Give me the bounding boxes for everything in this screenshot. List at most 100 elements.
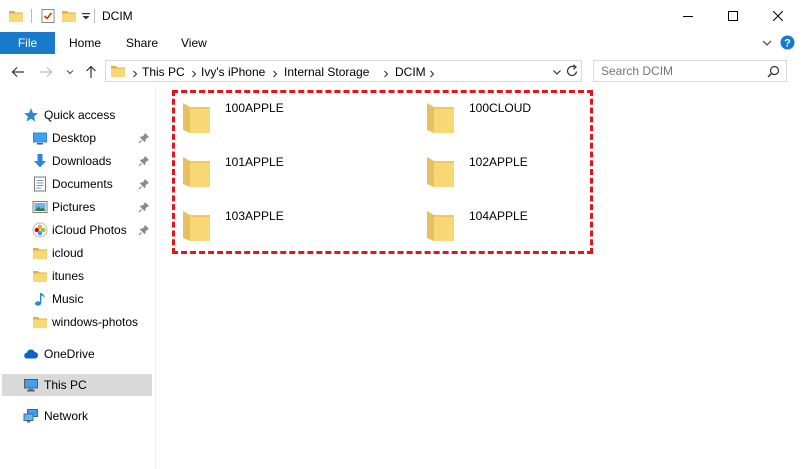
folder-label: 100APPLE: [225, 101, 284, 115]
folder-icon: [178, 154, 214, 190]
download-icon: [32, 153, 48, 169]
pictures-icon: [32, 199, 48, 215]
folder-101apple[interactable]: 101APPLE: [178, 154, 408, 198]
sidebar-item-music[interactable]: Music: [2, 288, 152, 310]
search-input[interactable]: [594, 61, 759, 81]
breadcrumb-this-pc[interactable]: This PC: [142, 65, 185, 79]
pin-icon[interactable]: [138, 224, 150, 236]
breadcrumb-iphone[interactable]: Ivy's iPhone: [201, 65, 265, 79]
icloud-photos-icon: [32, 222, 48, 238]
folder-icon: [422, 208, 458, 244]
title-bar: DCIM: [0, 0, 802, 32]
navigation-pane: Quick access Desktop Downloads Documents…: [0, 96, 156, 469]
search-box[interactable]: [593, 60, 787, 82]
minimize-button[interactable]: [665, 0, 711, 32]
help-icon[interactable]: ?: [780, 35, 795, 53]
maximize-button[interactable]: [710, 0, 756, 32]
tab-view[interactable]: View: [181, 36, 207, 50]
network-icon: [23, 408, 39, 424]
svg-text:?: ?: [784, 37, 791, 49]
star-icon: [23, 107, 39, 123]
sidebar-item-this-pc[interactable]: This PC: [2, 374, 152, 396]
computer-icon: [23, 377, 39, 393]
sidebar-item-desktop[interactable]: Desktop: [2, 127, 152, 149]
maximize-icon: [728, 11, 738, 21]
forward-button[interactable]: [38, 64, 54, 80]
recent-locations-button[interactable]: [62, 64, 78, 80]
pin-icon[interactable]: [138, 201, 150, 213]
sidebar-item-label: iCloud Photos: [52, 223, 127, 237]
window-title: DCIM: [102, 9, 133, 23]
address-row: This PC Ivy's iPhone Internal Storage DC…: [0, 58, 802, 86]
pin-icon[interactable]: [138, 178, 150, 190]
folder-icon[interactable]: [8, 8, 24, 27]
sidebar-item-label: Downloads: [52, 154, 112, 168]
tab-file[interactable]: File: [0, 32, 55, 54]
customize-toolbar-icon[interactable]: [81, 8, 91, 27]
sidebar-item-label: This PC: [44, 378, 87, 392]
search-icon[interactable]: [767, 65, 780, 81]
tab-home[interactable]: Home: [69, 36, 101, 50]
sidebar-item-icloud-photos[interactable]: iCloud Photos: [2, 219, 152, 241]
sidebar-item-label: Desktop: [52, 131, 97, 145]
folder-104apple[interactable]: 104APPLE: [422, 208, 652, 252]
refresh-icon[interactable]: [566, 64, 579, 81]
sidebar-item-downloads[interactable]: Downloads: [2, 150, 152, 172]
chevron-right-icon[interactable]: [382, 67, 390, 81]
folder-103apple[interactable]: 103APPLE: [178, 208, 408, 252]
chevron-right-icon[interactable]: [271, 67, 279, 81]
ribbon-tabs: File Home Share View ?: [0, 32, 802, 54]
address-history-icon[interactable]: [552, 66, 562, 80]
sidebar-item-label: Quick access: [44, 108, 116, 122]
folder-100apple[interactable]: 100APPLE: [178, 100, 408, 144]
close-button[interactable]: [755, 0, 801, 32]
sidebar-item-documents[interactable]: Documents: [2, 173, 152, 195]
sidebar-item-pictures[interactable]: Pictures: [2, 196, 152, 218]
chevron-right-icon[interactable]: [131, 67, 139, 81]
folder-icon: [178, 208, 214, 244]
properties-icon[interactable]: [40, 8, 56, 27]
folder-100cloud[interactable]: 100CLOUD: [422, 100, 652, 144]
chevron-down-icon: [66, 70, 74, 75]
folder-102apple[interactable]: 102APPLE: [422, 154, 652, 198]
divider: [94, 9, 95, 23]
cloud-icon: [23, 346, 39, 362]
sidebar-item-icloud[interactable]: icloud: [2, 242, 152, 264]
sidebar-item-label: Pictures: [52, 200, 96, 214]
back-button[interactable]: [10, 64, 26, 80]
breadcrumb-internal-storage[interactable]: Internal Storage: [284, 65, 369, 79]
pin-icon[interactable]: [138, 132, 150, 144]
new-folder-icon[interactable]: [61, 8, 77, 27]
breadcrumb-dcim[interactable]: DCIM: [395, 65, 426, 79]
arrow-up-icon: [86, 65, 96, 78]
sidebar-item-label: OneDrive: [44, 347, 95, 361]
address-bar[interactable]: This PC Ivy's iPhone Internal Storage DC…: [105, 60, 582, 82]
arrow-right-icon: [40, 67, 53, 77]
folder-label: 101APPLE: [225, 155, 284, 169]
folder-icon: [178, 100, 214, 136]
folder-icon: [422, 154, 458, 190]
pin-icon[interactable]: [138, 155, 150, 167]
chevron-right-icon[interactable]: [428, 67, 436, 81]
sidebar-item-network[interactable]: Network: [2, 405, 152, 427]
sidebar-item-label: Network: [44, 409, 89, 423]
desktop-icon: [32, 130, 48, 146]
sidebar-item-label: windows-photos: [52, 315, 139, 329]
folder-icon: [32, 268, 48, 284]
folder-label: 103APPLE: [225, 209, 284, 223]
arrow-left-icon: [11, 67, 24, 77]
tab-share[interactable]: Share: [126, 36, 158, 50]
up-button[interactable]: [83, 64, 99, 80]
sidebar-item-label: icloud: [52, 246, 84, 260]
folder-label: 104APPLE: [469, 209, 528, 223]
folder-icon: [422, 100, 458, 136]
sidebar-item-itunes[interactable]: itunes: [2, 265, 152, 287]
folder-icon: [110, 63, 126, 82]
expand-ribbon-icon[interactable]: [761, 37, 773, 52]
sidebar-item-onedrive[interactable]: OneDrive: [2, 343, 152, 365]
documents-icon: [32, 176, 48, 192]
chevron-right-icon[interactable]: [190, 67, 198, 81]
folder-label: 102APPLE: [469, 155, 528, 169]
sidebar-item-quick-access[interactable]: Quick access: [2, 104, 152, 126]
sidebar-item-windows-photos[interactable]: windows-photos: [2, 311, 152, 333]
